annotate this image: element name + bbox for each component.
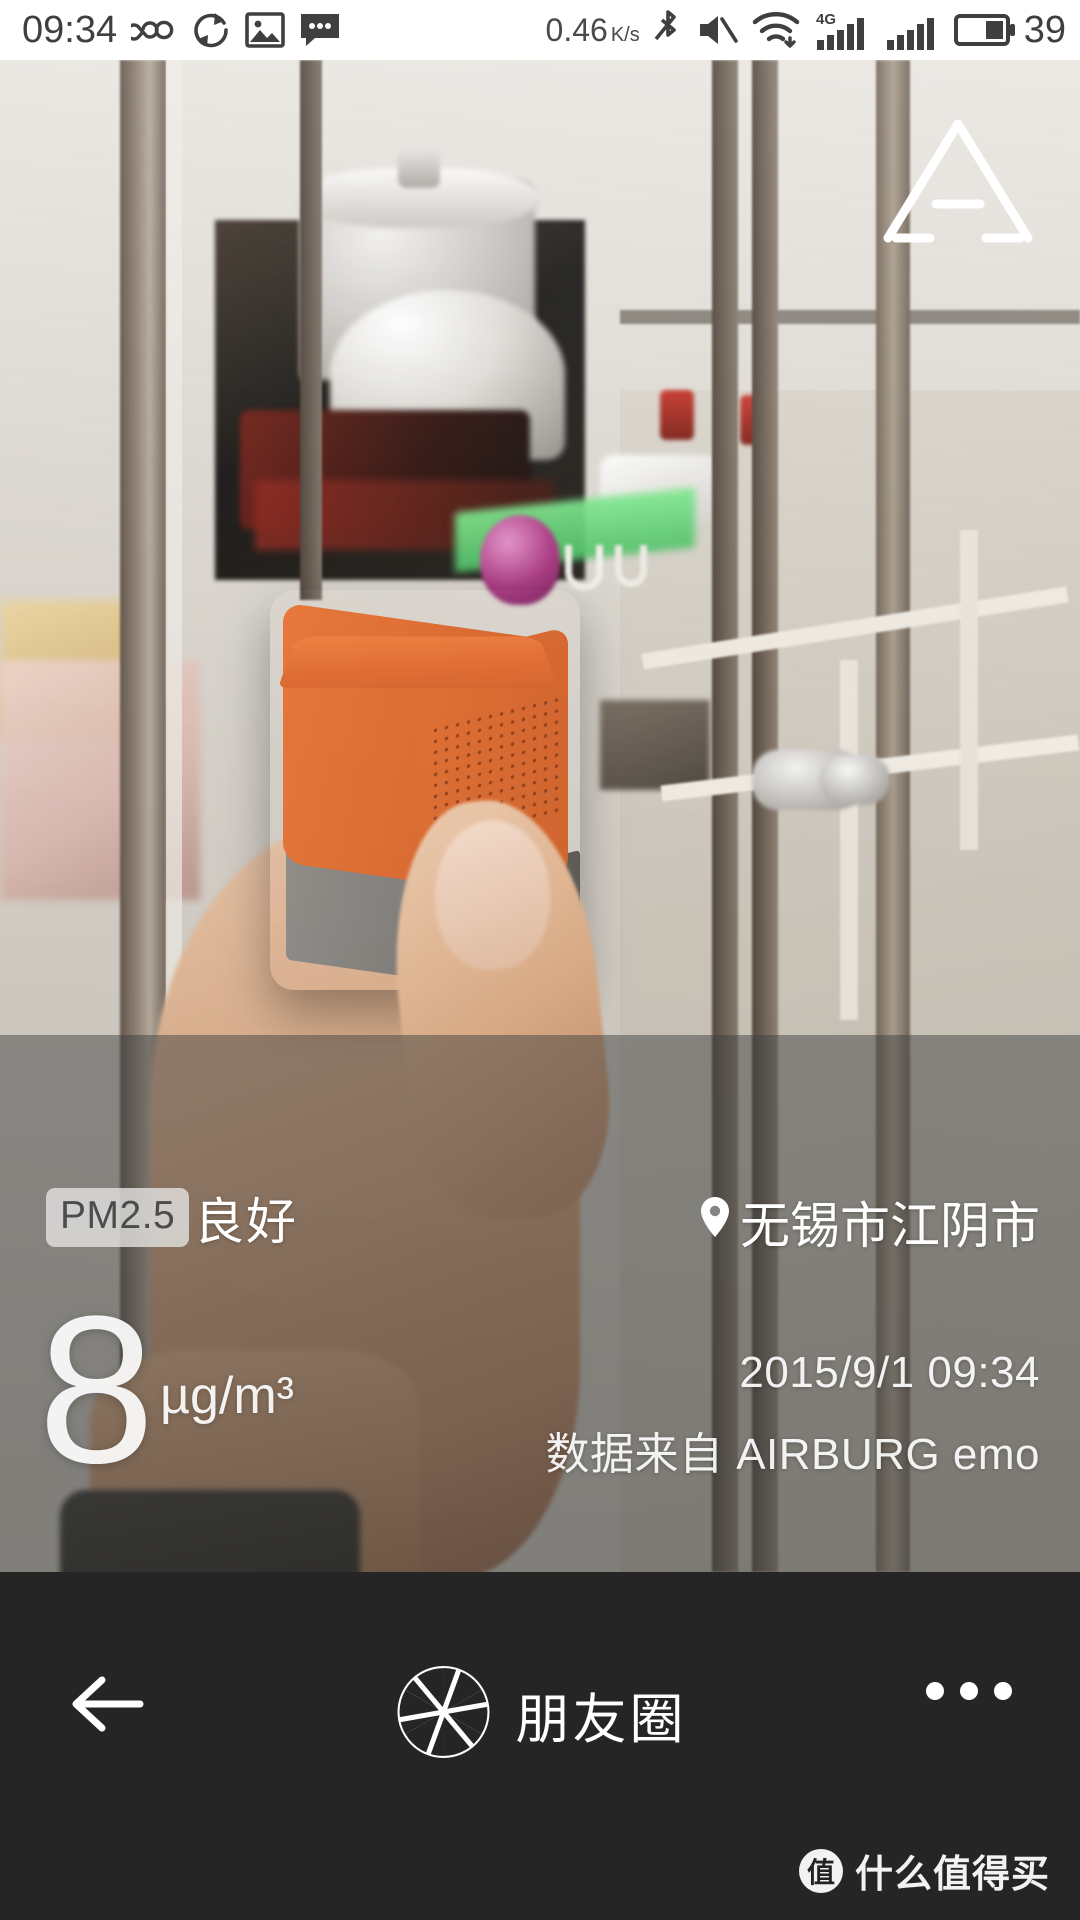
wifi-icon [752,8,800,52]
data-source-label: 数据来自 AIRBURG emo [545,1430,1040,1479]
pm25-value: 8 [38,1272,155,1507]
signal-bars-icon [884,8,940,52]
app-root: 09:34 0.46 K/s 4G 39 PM2.5 良好 无锡市江阴市 8 µ… [0,0,1080,1920]
device-top-face [278,636,558,688]
photo-red-foot-a [660,390,694,440]
photo-pot-knob [398,148,440,188]
watermark-text: 什么值得买 [854,1854,1050,1896]
more-options-button[interactable] [926,1682,1012,1700]
photo-hook-b [615,545,647,587]
mute-icon [696,8,738,52]
photo-rail-d [960,530,978,850]
battery-icon [953,8,1016,52]
photo-faucet-b [820,755,890,805]
photo-viewer[interactable]: PM2.5 良好 无锡市江阴市 8 µg/m³ 2015/9/1 09:34 数… [0,60,1080,1572]
network-speed-value: 0.46 [545,11,608,48]
site-watermark: 值 什么值得买 [798,1843,1050,1898]
sync-icon [191,8,231,52]
photo-window-bar-2 [300,60,322,600]
svg-text:4G: 4G [816,11,836,28]
more-dots-icon [926,1682,1012,1700]
bluetooth-icon [654,8,682,52]
location-text: 无锡市江阴市 [740,1198,1040,1254]
pm25-unit: µg/m³ [160,1367,294,1425]
pm25-badge: PM2.5 [46,1188,190,1247]
message-icon [299,8,341,52]
gallery-icon [245,8,285,52]
airburg-triangle-logo [878,112,1038,252]
share-to-moments-button[interactable]: 朋友圈 [394,1662,687,1767]
share-label: 朋友圈 [515,1690,687,1750]
photo-window-bar-h [620,310,1080,324]
location-pin-icon [698,1193,732,1251]
photo-thumbnail [435,820,550,970]
air-quality-level: 良好 [194,1194,298,1250]
status-bar: 09:34 0.46 K/s 4G 39 [0,0,1080,60]
measurement-timestamp: 2015/9/1 09:34 [739,1348,1040,1397]
back-button[interactable] [60,1660,152,1752]
data-overlay-scrim [0,1035,1080,1572]
camera-shutter-icon [394,1662,494,1767]
photo-wood-slot [600,700,710,790]
network-speed-unit: K/s [610,23,640,46]
photo-hook-a [565,545,603,591]
back-arrow-icon [66,1669,146,1744]
status-bar-clock: 09:34 [22,8,118,51]
photo-onion [480,515,560,605]
location-display: 无锡市江阴市 [698,1186,1040,1258]
signal-4g-icon: 4G [814,8,870,52]
infinity-icon [131,8,177,52]
photo-rail-c [840,660,858,1020]
network-speed: 0.46 K/s [546,12,640,49]
bottom-toolbar: 朋友圈 值 什么值得买 [0,1572,1080,1920]
watermark-logo-icon: 值 [798,1848,843,1893]
battery-percent: 39 [1023,8,1066,51]
